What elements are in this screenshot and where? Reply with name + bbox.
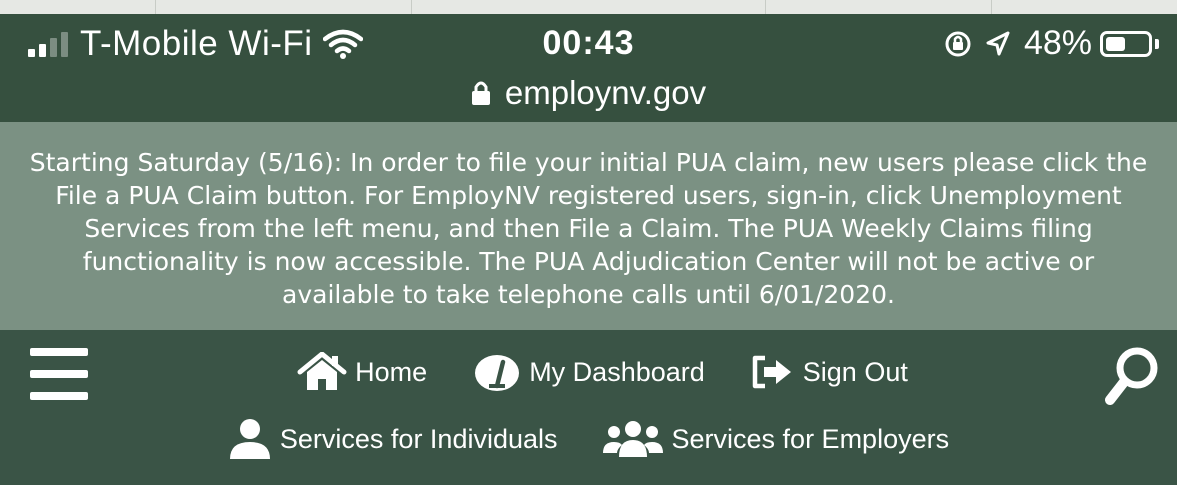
- nav-sign-out-label: Sign Out: [802, 356, 908, 387]
- notice-banner: Starting Saturday (5/16): In order to fi…: [0, 122, 1177, 330]
- table-cell: [765, 0, 992, 14]
- nav-dashboard-label: My Dashboard: [529, 356, 705, 387]
- search-icon[interactable]: [1103, 344, 1161, 413]
- page-top-strip: [0, 0, 1177, 14]
- home-icon: [297, 352, 347, 390]
- nav-row-secondary: Services for Individuals Services for Em…: [0, 418, 1177, 460]
- browser-screen: T-Mobile Wi-Fi 00:43 48% employnv.gov St…: [0, 0, 1177, 485]
- orientation-lock-icon: [945, 31, 971, 56]
- status-right: 48%: [944, 24, 1159, 63]
- notice-text: Starting Saturday (5/16): In order to fi…: [29, 148, 1148, 309]
- location-arrow-icon: [986, 31, 1010, 55]
- status-bar: T-Mobile Wi-Fi 00:43 48% employnv.gov: [0, 14, 1177, 122]
- nav-home-label: Home: [355, 356, 428, 387]
- main-navigation: Home My Dashboard Sign Out Services for …: [0, 330, 1177, 485]
- users-icon: [602, 421, 663, 457]
- nav-employers-label: Services for Employers: [671, 423, 950, 454]
- table-cell: [155, 0, 412, 14]
- nav-dashboard-link[interactable]: My Dashboard: [473, 352, 705, 392]
- user-icon: [229, 419, 270, 459]
- address-bar[interactable]: employnv.gov: [0, 74, 1177, 112]
- magnifier-glyph: [1105, 347, 1158, 405]
- battery-percentage: 48%: [1023, 24, 1092, 62]
- url-text: employnv.gov: [504, 74, 707, 111]
- sign-out-icon: [752, 355, 791, 389]
- nav-row-primary: Home My Dashboard Sign Out: [0, 352, 1177, 392]
- nav-sign-out-link[interactable]: Sign Out: [751, 354, 908, 390]
- nav-employers-link[interactable]: Services for Employers: [602, 419, 950, 459]
- battery-icon: [1100, 30, 1152, 57]
- nav-individuals-label: Services for Individuals: [279, 423, 558, 454]
- battery-tip: [1155, 38, 1159, 49]
- lock-icon: [471, 81, 490, 105]
- nav-home-link[interactable]: Home: [297, 352, 427, 392]
- gauge-icon: [475, 355, 520, 391]
- nav-individuals-link[interactable]: Services for Individuals: [228, 418, 558, 460]
